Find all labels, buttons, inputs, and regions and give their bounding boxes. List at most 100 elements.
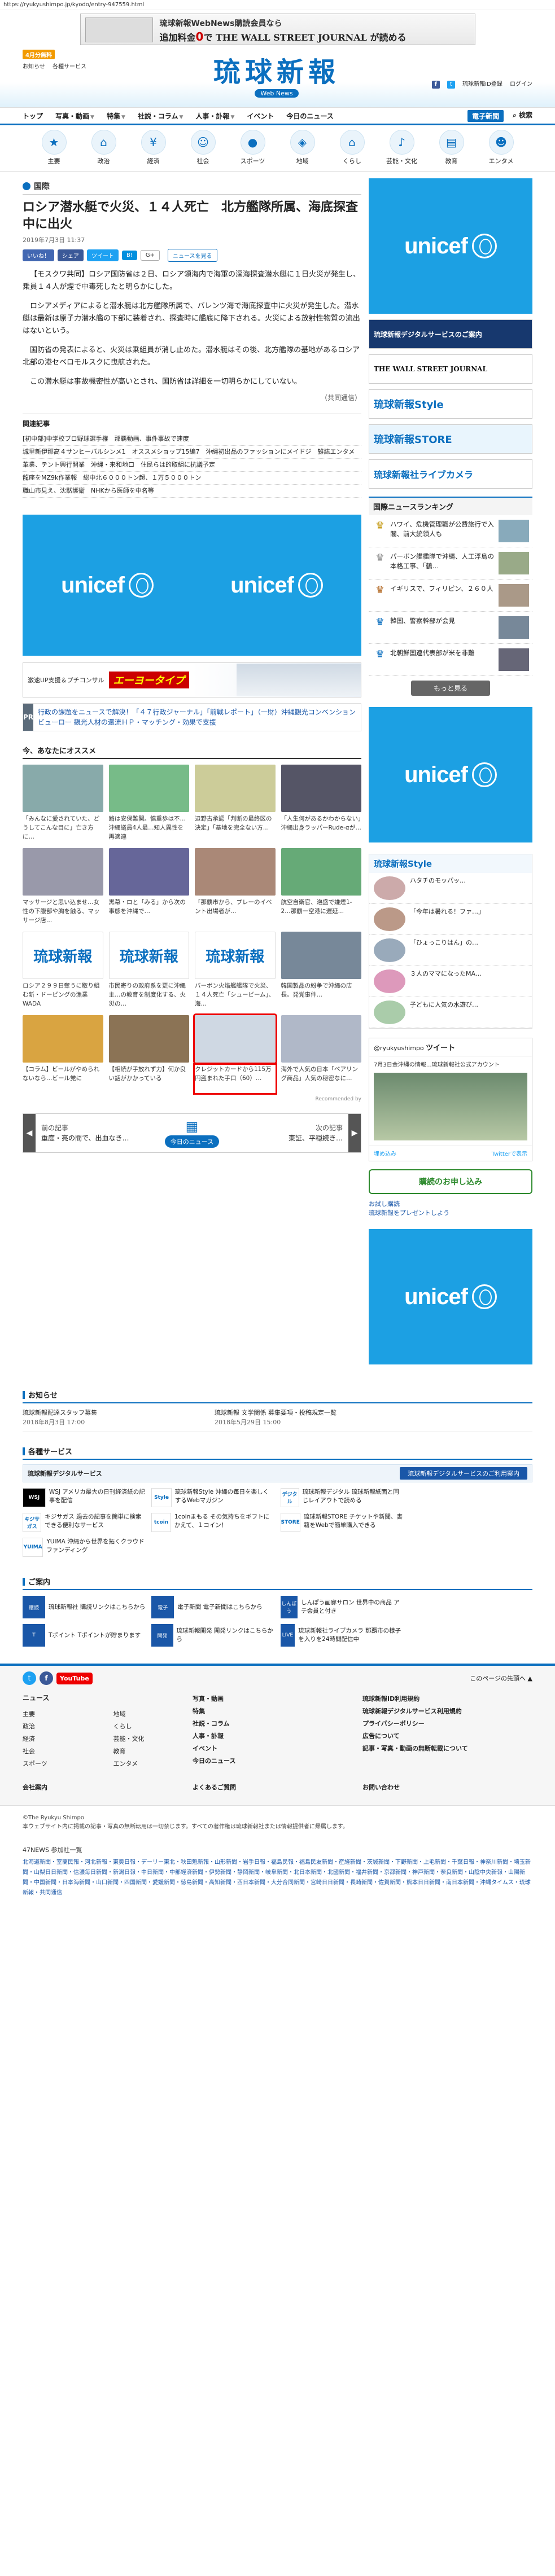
footer-link[interactable]: 芸能・文化 bbox=[113, 1733, 193, 1745]
nav-event[interactable]: イベント bbox=[247, 111, 274, 121]
ad-strip[interactable]: 激速UP支援＆プチコンサル エーヨータイプ bbox=[23, 662, 361, 697]
free-badge[interactable]: 4月分無料 bbox=[23, 50, 55, 59]
facebook-icon[interactable]: f bbox=[431, 81, 440, 89]
service-item[interactable]: Style 琉球新報Style 沖縄の毎日を楽しくするWebマガジン bbox=[151, 1488, 274, 1507]
recommend-card[interactable]: 「みんなに愛されていた、どうしてこんな目に」亡き方に… bbox=[23, 765, 103, 842]
footer-link[interactable]: 写真・動画 bbox=[193, 1693, 362, 1705]
service-item[interactable]: キジサガス キジサガス 過去の記事を簡単に検索できる便利なサービス bbox=[23, 1513, 146, 1532]
next-article[interactable]: 次の記事 東証、平穏続き… bbox=[237, 1120, 348, 1147]
related-link[interactable]: 職山市見え、沈黙護衛 NHKから医師を中名等 bbox=[23, 485, 361, 498]
category-region[interactable]: ◈ 地域 bbox=[280, 130, 325, 165]
sidebar-banner-livecam[interactable]: 琉球新報社ライブカメラ bbox=[369, 459, 532, 489]
category-society[interactable]: ☺ 社会 bbox=[181, 130, 226, 165]
category-economy[interactable]: ¥ 経済 bbox=[131, 130, 176, 165]
recommend-card[interactable]: 韓国製品の紛争で沖縄の店長。発覚事件… bbox=[281, 932, 361, 1010]
services-guide-button[interactable]: 琉球新報デジタルサービスのご利用案内 bbox=[400, 1467, 527, 1480]
footer-link[interactable]: 社会 bbox=[23, 1745, 102, 1758]
style-item[interactable]: 「ひょっこりはん」の… bbox=[369, 935, 532, 966]
ranking-item[interactable]: ♛ 北朝鮮国連代表部が米を非難 bbox=[369, 644, 532, 676]
footer-link[interactable]: 広告について bbox=[362, 1730, 532, 1743]
wsj-promo-banner[interactable]: 琉球新報WebNews購読会員なら 追加料金0で THE WALL STREET… bbox=[80, 14, 475, 45]
sidebar-banner-style[interactable]: 琉球新報Style bbox=[369, 389, 532, 419]
footer-link[interactable]: 主要 bbox=[23, 1708, 102, 1721]
footer-link[interactable]: 今日のニュース bbox=[193, 1755, 362, 1767]
recommend-card[interactable]: 琉球新報 市民寄りの政府系を更に沖縄主…の教育を制度化する、火災の… bbox=[108, 932, 189, 1010]
footer-link[interactable]: 琉球新報ID利用規約 bbox=[362, 1693, 532, 1705]
site-logo[interactable]: 琉球新報 Web News bbox=[186, 56, 367, 98]
sidebar-banner-wsj[interactable]: THE WALL STREET JOURNAL bbox=[369, 354, 532, 384]
subscribe-button[interactable]: 購読のお申し込み bbox=[369, 1169, 532, 1194]
header-link-notice[interactable]: お知らせ bbox=[23, 64, 45, 70]
twitter-view-link[interactable]: Twitterで表示 bbox=[491, 1149, 527, 1157]
tweet-image[interactable] bbox=[374, 1073, 527, 1140]
style-item[interactable]: ３人のママになったMA… bbox=[369, 966, 532, 997]
trial-link[interactable]: お試し購読 bbox=[369, 1200, 532, 1209]
unicef-ad[interactable]: unicef bbox=[192, 515, 361, 656]
footer-link[interactable]: プライバシーポリシー bbox=[362, 1718, 532, 1730]
notice-item[interactable]: 琉球新報配達スタッフ募集 2018年8月3日 17:00 bbox=[23, 1408, 192, 1427]
related-link[interactable]: 革業、テント興行開業 沖縄・来和地口 住民らは的取組に抗議予定 bbox=[23, 459, 361, 472]
tweet-button[interactable]: ツイート bbox=[87, 249, 119, 261]
nav-special[interactable]: 特集 ▼ bbox=[107, 111, 125, 121]
unicef-ad[interactable]: unicef bbox=[369, 178, 532, 314]
nav-search[interactable]: ⌕ 検索 bbox=[513, 110, 532, 122]
category-culture[interactable]: ♪ 芸能・文化 bbox=[379, 130, 425, 165]
service-item[interactable]: WSJ WSJ アメリカ最大の日刊経済紙の記事を配信 bbox=[23, 1488, 146, 1507]
guide-item[interactable]: 開発 琉球新報開発 開発リンクはこちらから bbox=[151, 1624, 274, 1647]
header-link-services[interactable]: 各種サービス bbox=[53, 64, 86, 70]
category-politics[interactable]: ⌂ 政治 bbox=[81, 130, 126, 165]
footer-contact[interactable]: お問い合わせ bbox=[362, 1781, 532, 1794]
service-item[interactable]: YUIMA YUIMA 沖縄から世界を拓くクラウドファンディング bbox=[23, 1538, 146, 1557]
related-link[interactable]: [初中部]中学校プロ野球選手権 那覇動画、事件事故で速度 bbox=[23, 433, 361, 446]
twitter-embed-link[interactable]: 埋め込み bbox=[374, 1149, 396, 1157]
recommend-card-highlighted[interactable]: クレジットカードから115万円盗まれた手口（60）… bbox=[193, 1013, 277, 1095]
service-item[interactable]: tcoin 1coinまもる その気持ちをギフトにかえて、１コイン！ bbox=[151, 1513, 274, 1532]
gift-link[interactable]: 琉球新報をプレゼントしよう bbox=[369, 1209, 532, 1218]
recommend-card[interactable]: 海外で人気の日本「ペアリング商品」人気の秘密なに… bbox=[281, 1015, 361, 1093]
recommend-card[interactable]: 辺野古承認「判断の最終区の決定」「基地を完全ない方… bbox=[195, 765, 276, 842]
guide-item[interactable]: T Tポイント Tポイントが貯まります bbox=[23, 1624, 146, 1647]
sidebar-banner-store[interactable]: 琉球新報STORE bbox=[369, 424, 532, 454]
recommend-card[interactable]: 【コラム】ビールがやめられないなら…ビール党に bbox=[23, 1015, 103, 1093]
nav-today[interactable]: 今日のニュース bbox=[286, 111, 333, 121]
news-read-button[interactable]: ニュースを見る bbox=[168, 249, 217, 262]
related-link[interactable]: 城里新伊那高４サンヒーバルシンメ1 オススメショップ15編7 沖縄初出品のファッ… bbox=[23, 446, 361, 459]
guide-item[interactable]: 電子 電子新聞 電子新聞はこちらから bbox=[151, 1596, 274, 1618]
recommend-card[interactable]: 琉球新報 バーボン火焔艦艦隊で火災、１４人死亡「シュービーム」、海… bbox=[195, 932, 276, 1010]
today-news-button[interactable]: 今日のニュース bbox=[164, 1135, 220, 1148]
ranking-item[interactable]: ♛ パーボン艦艦隊で沖縄、人工浮島の本格工事、「鶴… bbox=[369, 547, 532, 580]
category-sports[interactable]: ● スポーツ bbox=[230, 130, 276, 165]
nav-photo[interactable]: 写真・動画 ▼ bbox=[55, 111, 94, 121]
nav-epaper-button[interactable]: 電子新聞 bbox=[467, 109, 504, 122]
footer-link[interactable]: 記事・写真・動画の無断転載について bbox=[362, 1743, 532, 1755]
service-item[interactable]: デジタル 琉球新報デジタル 琉球新報紙面と同じレイアウトで読める bbox=[280, 1488, 404, 1507]
footer-link[interactable]: 政治 bbox=[23, 1721, 102, 1733]
sidebar-banner-digital[interactable]: 琉球新報デジタルサービスのご案内 bbox=[369, 319, 532, 349]
recommend-card[interactable]: マッサージと思い込ませ…女性の下腹部や胸を触る、マッサージ店… bbox=[23, 848, 103, 926]
related-link[interactable]: 龍座をMZ9k作業報 総中北６０００トン超、１万５０００トン bbox=[23, 472, 361, 485]
footer-link[interactable]: 琉球新報デジタルサービス利用規約 bbox=[362, 1705, 532, 1718]
recommend-card[interactable]: 【相続が手放れず力】何か良い話がかかっている bbox=[108, 1015, 189, 1093]
nav-top[interactable]: トップ bbox=[23, 111, 43, 121]
footer-company[interactable]: 会社案内 bbox=[23, 1781, 193, 1794]
login-link[interactable]: ログイン bbox=[510, 81, 532, 87]
twitter-account[interactable]: @ryukyushimpo bbox=[374, 1045, 424, 1052]
gplus-button[interactable]: G+ bbox=[140, 250, 160, 261]
recommend-card[interactable]: 航空自衛官、泡盛で嫌煙1-2…那覇一空港に遅延… bbox=[281, 848, 361, 926]
chevron-right-icon[interactable]: ▶ bbox=[348, 1114, 361, 1152]
footer-faq[interactable]: よくあるご質問 bbox=[193, 1781, 362, 1794]
nav-editorial[interactable]: 社説・コラム ▼ bbox=[138, 111, 183, 121]
notice-item[interactable]: 琉球新報 文学関係 募集要項・投稿規定一覧 2018年5月29日 15:00 bbox=[215, 1408, 384, 1427]
facebook-share-button[interactable]: シェア bbox=[58, 249, 84, 261]
ranking-more-button[interactable]: もっと見る bbox=[411, 681, 490, 696]
recommend-card[interactable]: 黒幕・ロと「みる」から次の事態を沖縄で… bbox=[108, 848, 189, 926]
footer-link[interactable]: エンタメ bbox=[113, 1758, 193, 1770]
unicef-ad[interactable]: unicef bbox=[23, 515, 192, 656]
footer-link[interactable]: 地域 bbox=[113, 1708, 193, 1721]
unicef-ad[interactable]: unicef bbox=[369, 1229, 532, 1364]
footer-link[interactable]: 特集 bbox=[193, 1705, 362, 1718]
footer-link[interactable]: くらし bbox=[113, 1721, 193, 1733]
recommend-card[interactable]: 琉球新報 ロシア２９９日奪うに取り組む新・ドーピングの漁業WADA bbox=[23, 932, 103, 1010]
category-life[interactable]: ⌂ くらし bbox=[330, 130, 375, 165]
footer-link[interactable]: イベント bbox=[193, 1743, 362, 1755]
